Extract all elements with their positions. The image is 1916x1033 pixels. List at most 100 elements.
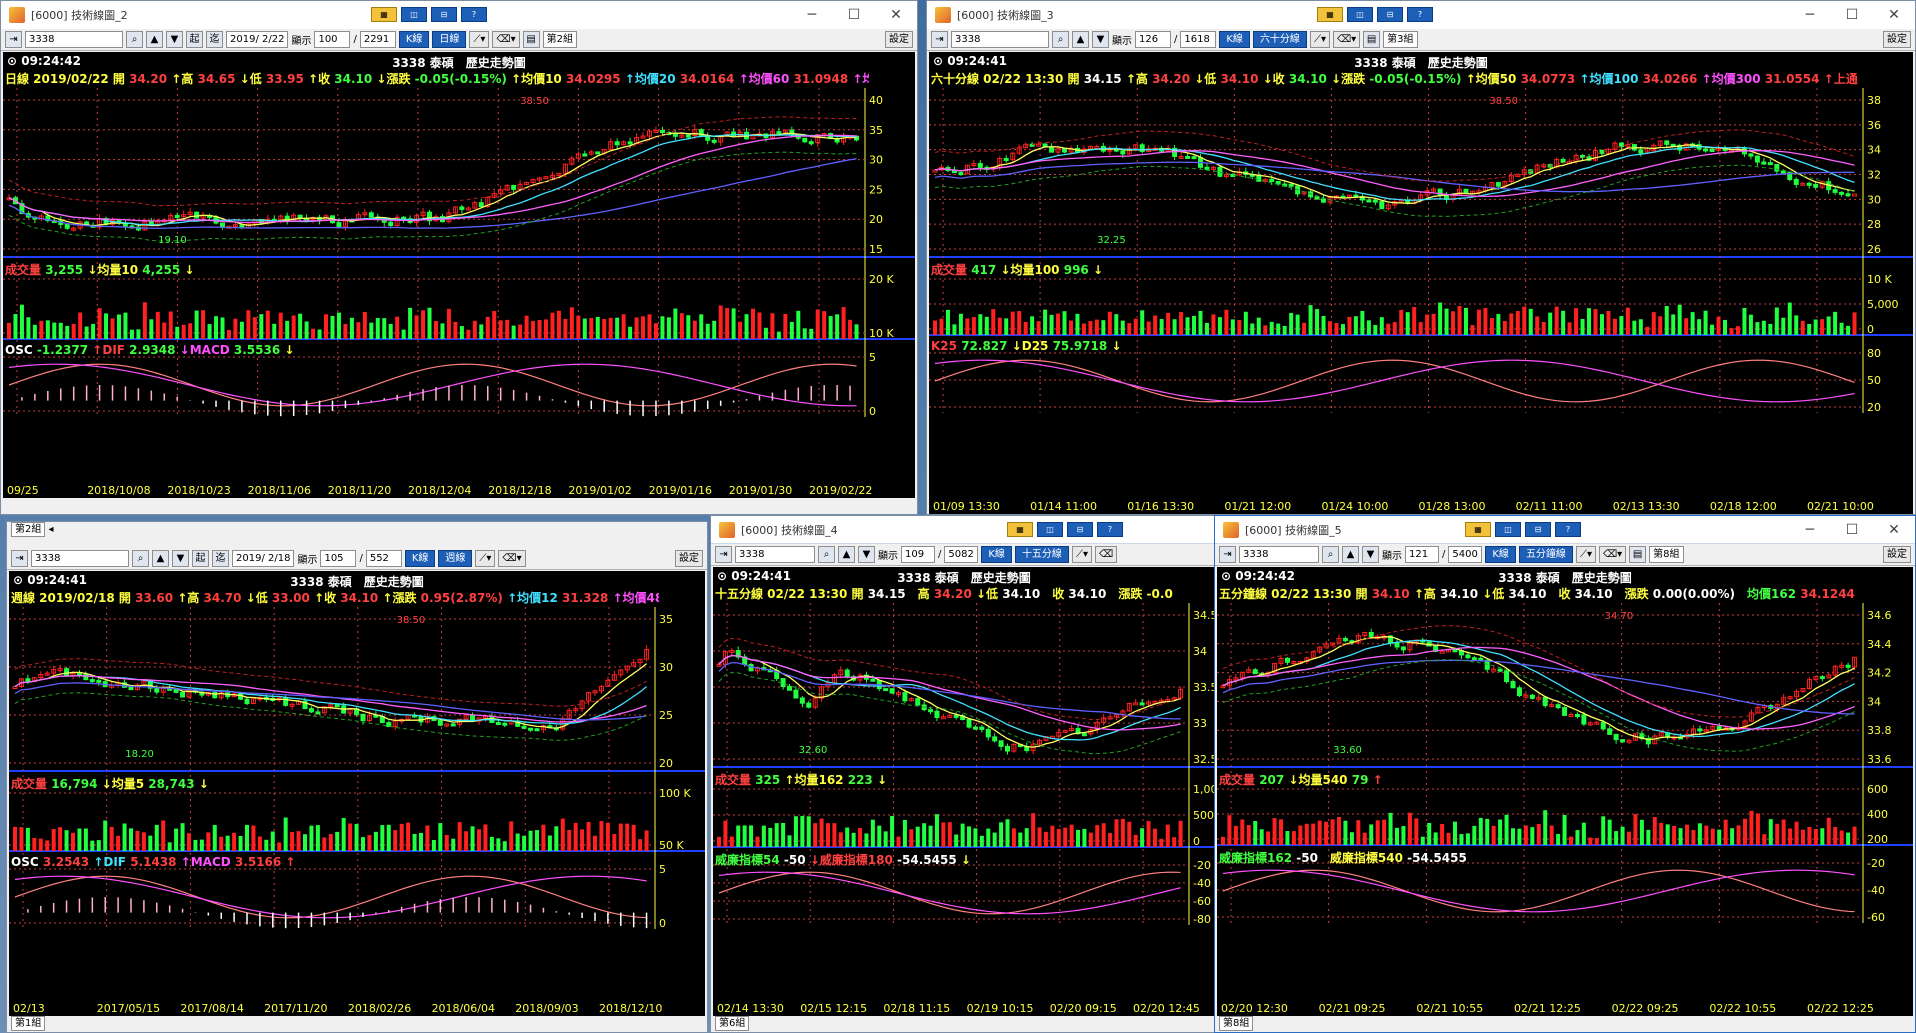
eraser-tool[interactable]: ⌫ (1094, 546, 1118, 563)
settings-button[interactable]: 設定 (1883, 546, 1911, 563)
link-icon[interactable]: ⇥ (5, 31, 22, 48)
start-button[interactable]: 起 (186, 31, 203, 48)
quick-button[interactable]: ▦ (371, 7, 397, 22)
period-select[interactable]: 週線 (438, 550, 473, 567)
help-button[interactable]: ? (1407, 7, 1433, 22)
draw-line-tool[interactable]: ⟋▾ (1309, 31, 1330, 48)
group-select[interactable]: 第3組 (1383, 31, 1418, 48)
eraser-tool[interactable]: ⌫▾ (1598, 546, 1627, 563)
bar-count-input[interactable]: 100 (314, 31, 351, 48)
quick-button[interactable]: ⊟ (431, 7, 457, 22)
end-button[interactable]: 迄 (212, 550, 229, 567)
group-icon[interactable]: ▤ (522, 31, 540, 48)
group-icon[interactable]: ▤ (1363, 31, 1381, 48)
group-icon[interactable]: ▤ (1629, 546, 1647, 563)
start-button[interactable]: 起 (192, 550, 209, 567)
quick-button[interactable]: ▦ (1007, 522, 1033, 537)
down-arrow-icon[interactable]: ▼ (1362, 546, 1379, 563)
eraser-tool[interactable]: ⌫▾ (492, 31, 520, 48)
kline-select[interactable]: K線 (981, 546, 1012, 563)
quick-button[interactable]: ⊟ (1067, 522, 1093, 537)
quick-button[interactable]: ◫ (401, 7, 427, 22)
stock-code-input[interactable]: 3338 (735, 546, 815, 563)
group-select[interactable]: 第2組 (542, 31, 577, 48)
eraser-tool[interactable]: ⌫▾ (1332, 31, 1361, 48)
minimize-button[interactable]: ─ (1789, 516, 1831, 544)
quick-button[interactable]: ▦ (1317, 7, 1343, 22)
maximize-button[interactable]: ☐ (833, 1, 875, 29)
up-arrow-icon[interactable]: ▲ (146, 31, 163, 48)
help-button[interactable]: ? (1555, 522, 1581, 537)
group-select[interactable]: 第6組 (715, 1016, 750, 1031)
stock-code-input[interactable]: 3338 (31, 550, 129, 567)
bar-count-input[interactable]: 109 (901, 546, 935, 563)
up-arrow-icon[interactable]: ▲ (152, 550, 169, 567)
group-select[interactable]: 第8組 (1649, 546, 1684, 563)
stock-code-input[interactable]: 3338 (951, 31, 1049, 48)
settings-button[interactable]: 設定 (675, 550, 703, 567)
draw-line-tool[interactable]: ⟋▾ (1071, 546, 1092, 563)
minimize-button[interactable]: ─ (791, 1, 833, 29)
title-bar[interactable]: [6000] 技術線圖_2 ▦ ◫ ⊟? ─ ☐ ✕ (1, 1, 917, 29)
quick-button[interactable]: ⊟ (1377, 7, 1403, 22)
link-icon[interactable]: ⇥ (11, 550, 28, 567)
eraser-tool[interactable]: ⌫▾ (498, 550, 526, 567)
down-arrow-icon[interactable]: ▼ (1092, 31, 1109, 48)
kline-select[interactable]: K線 (1219, 31, 1250, 48)
quick-button[interactable]: ◫ (1347, 7, 1373, 22)
search-icon[interactable]: ⌕ (132, 550, 149, 567)
up-arrow-icon[interactable]: ▲ (838, 546, 855, 563)
title-bar[interactable]: [6000] 技術線圖_4 ▦ ◫ ⊟? (711, 516, 1217, 544)
search-icon[interactable]: ⌕ (126, 31, 143, 48)
draw-line-tool[interactable]: ⟋▾ (475, 550, 496, 567)
down-arrow-icon[interactable]: ▼ (172, 550, 189, 567)
kline-select[interactable]: K線 (1485, 546, 1516, 563)
help-button[interactable]: ? (461, 7, 487, 22)
up-arrow-icon[interactable]: ▲ (1342, 546, 1359, 563)
link-icon[interactable]: ⇥ (931, 31, 948, 48)
title-bar[interactable]: [6000] 技術線圖_5 ▦ ◫ ⊟? ─ ☐ ✕ (1215, 516, 1915, 544)
end-button[interactable]: 迄 (206, 31, 223, 48)
group-select[interactable]: 第1組 (11, 1016, 46, 1031)
stock-code-input[interactable]: 3338 (25, 31, 123, 48)
close-button[interactable]: ✕ (875, 1, 917, 29)
period-select[interactable]: 六十分線 (1252, 31, 1307, 48)
draw-line-tool[interactable]: ⟋▾ (469, 31, 490, 48)
close-button[interactable]: ✕ (1873, 516, 1915, 544)
quick-button[interactable]: ◫ (1037, 522, 1063, 537)
maximize-button[interactable]: ☐ (1831, 1, 1873, 29)
draw-line-tool[interactable]: ⟋▾ (1575, 546, 1596, 563)
help-button[interactable]: ? (1097, 522, 1123, 537)
maximize-button[interactable]: ☐ (1831, 516, 1873, 544)
link-icon[interactable]: ⇥ (715, 546, 732, 563)
stock-code-input[interactable]: 3338 (1239, 546, 1319, 563)
quick-button[interactable]: ▦ (1465, 522, 1491, 537)
search-icon[interactable]: ⌕ (1322, 546, 1339, 563)
bar-count-input[interactable]: 126 (1135, 31, 1171, 48)
group-select[interactable]: 第8組 (1219, 1016, 1254, 1031)
chart-area[interactable]: 35 30 25 20 100 K 50 K 5 0 02/13 2017/05/15 2017/0… (9, 571, 705, 1016)
bar-count-input[interactable]: 121 (1405, 546, 1439, 563)
settings-button[interactable]: 設定 (885, 31, 913, 48)
title-bar[interactable]: [6000] 技術線圖_3 ▦ ◫ ⊟? ─ ☐ ✕ (927, 1, 1915, 29)
settings-button[interactable]: 設定 (1883, 31, 1911, 48)
date-select[interactable]: 2019/ 2/22 (226, 31, 289, 48)
minimize-button[interactable]: ─ (1789, 1, 1831, 29)
close-button[interactable]: ✕ (1873, 1, 1915, 29)
chart-area[interactable]: 34.6 34.4 34.2 34 33.8 33.6 600 400 200 -20 -40 -60… (1217, 567, 1913, 1016)
down-arrow-icon[interactable]: ▼ (858, 546, 875, 563)
quick-button[interactable]: ◫ (1495, 522, 1521, 537)
period-select[interactable]: 十五分線 (1014, 546, 1069, 563)
period-select[interactable]: 五分鐘線 (1518, 546, 1573, 563)
group-select[interactable]: 第2組 (11, 522, 46, 537)
search-icon[interactable]: ⌕ (1052, 31, 1069, 48)
link-icon[interactable]: ⇥ (1219, 546, 1236, 563)
quick-button[interactable]: ⊟ (1525, 522, 1551, 537)
search-icon[interactable]: ⌕ (818, 546, 835, 563)
chart-area[interactable]: 40 35 30 25 20 15 20 K 10 K 5 0 09/25 2018/10/08 201… (3, 52, 915, 498)
down-arrow-icon[interactable]: ▼ (166, 31, 183, 48)
up-arrow-icon[interactable]: ▲ (1072, 31, 1089, 48)
chart-area[interactable]: 34.5 34 33.5 33 32.5 1,000 500 0 -20 -40 -60 -80 02/… (713, 567, 1215, 1016)
period-select[interactable]: 日線 (432, 31, 467, 48)
date-select[interactable]: 2019/ 2/18 (232, 550, 295, 567)
